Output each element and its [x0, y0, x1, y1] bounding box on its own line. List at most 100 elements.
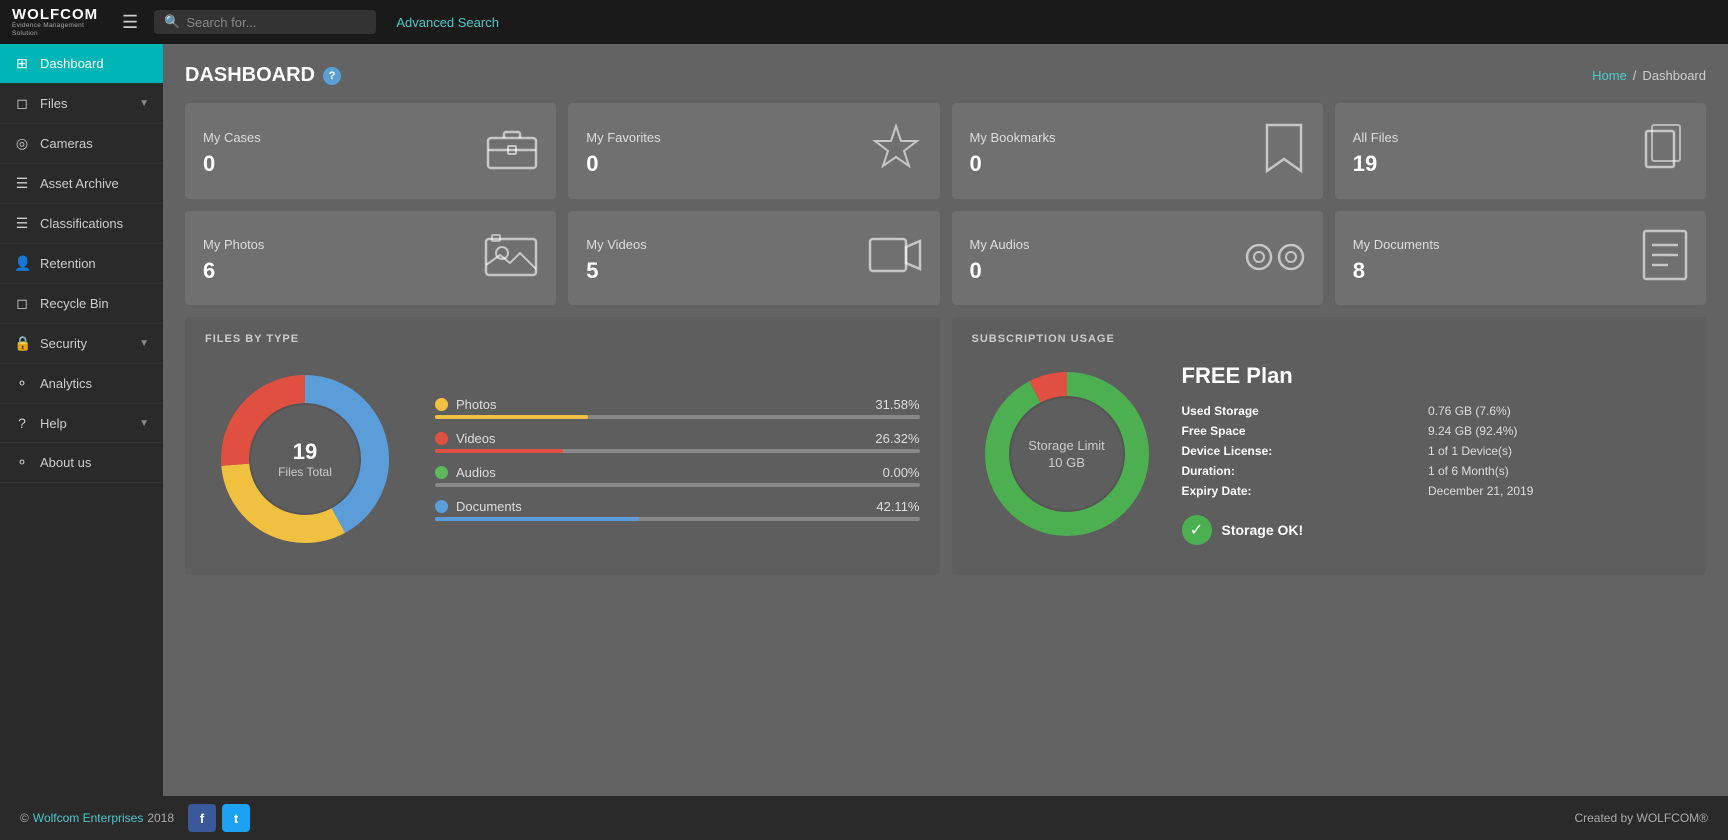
hamburger-icon[interactable]: ☰: [122, 12, 138, 33]
stat-label-my-favorites: My Favorites: [586, 130, 660, 145]
security-icon: 🔒: [14, 335, 30, 352]
topnav: WOLFCOM Evidence Management Solution ☰ 🔍…: [0, 0, 1728, 44]
facebook-button[interactable]: f: [188, 804, 216, 832]
footer-left: © Wolfcom Enterprises 2018 f t: [20, 804, 250, 832]
main-wrap: ⊞ Dashboard ◻ Files ▼ ◎ Cameras ☰ Asset …: [0, 44, 1728, 796]
dashboard-header: DASHBOARD ? Home / Dashboard: [185, 64, 1706, 87]
files-by-type-panel: FILES BY TYPE: [185, 317, 940, 575]
stat-info-my-cases: My Cases 0: [203, 130, 261, 177]
sidebar-label-dashboard: Dashboard: [40, 56, 104, 71]
legend: Photos 31.58% Videos 26.32%: [435, 397, 920, 521]
stat-value-my-photos: 6: [203, 258, 264, 284]
stat-value-my-favorites: 0: [586, 151, 660, 177]
sidebar-item-security[interactable]: 🔒 Security ▼: [0, 324, 163, 364]
logo: WOLFCOM Evidence Management Solution: [12, 7, 102, 37]
sidebar-label-classifications: Classifications: [40, 216, 123, 231]
legend-dot-documents: [435, 500, 448, 513]
stat-value-all-files: 19: [1353, 151, 1399, 177]
legend-name-photos: Photos: [456, 397, 867, 412]
sidebar-item-files[interactable]: ◻ Files ▼: [0, 84, 163, 124]
stat-label-all-files: All Files: [1353, 130, 1399, 145]
stat-card-my-documents[interactable]: My Documents 8: [1335, 211, 1706, 305]
all-files-icon: [1638, 123, 1688, 183]
asset-archive-icon: ☰: [14, 175, 30, 192]
sub-label-used-storage: Used Storage: [1182, 401, 1429, 421]
retention-icon: 👤: [14, 255, 30, 272]
stat-card-all-files[interactable]: All Files 19: [1335, 103, 1706, 199]
sub-row-device-license: Device License: 1 of 1 Device(s): [1182, 441, 1687, 461]
stat-info-my-documents: My Documents 8: [1353, 237, 1440, 284]
sub-plan: FREE Plan: [1182, 363, 1687, 389]
about-us-icon: ⚬: [14, 454, 30, 471]
legend-name-documents: Documents: [456, 499, 867, 514]
files-by-type-title: FILES BY TYPE: [205, 333, 920, 345]
sidebar-item-help[interactable]: ? Help ▼: [0, 404, 163, 443]
stat-card-my-videos[interactable]: My Videos 5: [568, 211, 939, 305]
donut-chart: 19 Files Total: [205, 359, 405, 559]
subscription-panel: SUBSCRIPTION USAGE Storage Limit: [952, 317, 1707, 575]
sub-value-device-license: 1 of 1 Device(s): [1428, 441, 1686, 461]
legend-pct-videos: 26.32%: [875, 431, 920, 446]
footer-copy: ©: [20, 811, 29, 825]
sidebar-item-retention[interactable]: 👤 Retention: [0, 244, 163, 284]
stat-card-my-audios[interactable]: My Audios 0: [952, 211, 1323, 305]
sub-row-expiry: Expiry Date: December 21, 2019: [1182, 481, 1687, 501]
analytics-icon: ⚬: [14, 375, 30, 392]
star-icon: [870, 122, 922, 184]
stat-value-my-cases: 0: [203, 151, 261, 177]
sub-label-duration: Duration:: [1182, 461, 1429, 481]
twitter-button[interactable]: t: [222, 804, 250, 832]
footer-year: 2018: [147, 811, 174, 825]
stat-value-my-audios: 0: [970, 258, 1030, 284]
sidebar-item-recycle-bin[interactable]: ◻ Recycle Bin: [0, 284, 163, 324]
sub-row-used-storage: Used Storage 0.76 GB (7.6%): [1182, 401, 1687, 421]
legend-dot-photos: [435, 398, 448, 411]
stat-card-my-photos[interactable]: My Photos 6: [185, 211, 556, 305]
briefcase-icon: [486, 124, 538, 182]
files-icon: ◻: [14, 95, 30, 112]
legend-name-audios: Audios: [456, 465, 867, 480]
arrow-icon: ▼: [139, 98, 149, 109]
recycle-bin-icon: ◻: [14, 295, 30, 312]
sidebar-label-asset-archive: Asset Archive: [40, 176, 119, 191]
sidebar-item-analytics[interactable]: ⚬ Analytics: [0, 364, 163, 404]
storage-ok-label: Storage OK!: [1222, 522, 1304, 538]
sub-row-duration: Duration: 1 of 6 Month(s): [1182, 461, 1687, 481]
legend-item-audios: Audios 0.00%: [435, 465, 920, 487]
sub-label-free-space: Free Space: [1182, 421, 1429, 441]
content: DASHBOARD ? Home / Dashboard My Cases 0: [163, 44, 1728, 796]
footer-company-link[interactable]: Wolfcom Enterprises: [33, 811, 143, 825]
sidebar-item-asset-archive[interactable]: ☰ Asset Archive: [0, 164, 163, 204]
stat-card-my-bookmarks[interactable]: My Bookmarks 0: [952, 103, 1323, 199]
legend-pct-documents: 42.11%: [875, 499, 920, 514]
files-by-type-content: 19 Files Total Photos 31.58%: [205, 359, 920, 559]
sidebar-item-dashboard[interactable]: ⊞ Dashboard: [0, 44, 163, 84]
stat-label-my-bookmarks: My Bookmarks: [970, 130, 1056, 145]
sidebar-item-cameras[interactable]: ◎ Cameras: [0, 124, 163, 164]
advanced-search-link[interactable]: Advanced Search: [396, 15, 499, 30]
stat-info-my-videos: My Videos 5: [586, 237, 646, 284]
stat-value-my-bookmarks: 0: [970, 151, 1056, 177]
stat-info-my-photos: My Photos 6: [203, 237, 264, 284]
stat-card-my-cases[interactable]: My Cases 0: [185, 103, 556, 199]
footer-right: Created by WOLFCOM®: [1574, 811, 1708, 825]
help-icon: ?: [14, 415, 30, 431]
sidebar-item-about-us[interactable]: ⚬ About us: [0, 443, 163, 483]
sidebar-item-classifications[interactable]: ☰ Classifications: [0, 204, 163, 244]
legend-item-videos: Videos 26.32%: [435, 431, 920, 453]
classifications-icon: ☰: [14, 215, 30, 232]
legend-name-videos: Videos: [456, 431, 867, 446]
sidebar-label-files: Files: [40, 96, 67, 111]
arrow-icon-security: ▼: [139, 338, 149, 349]
stat-label-my-audios: My Audios: [970, 237, 1030, 252]
help-badge[interactable]: ?: [323, 67, 341, 85]
stat-label-my-videos: My Videos: [586, 237, 646, 252]
search-input[interactable]: [186, 15, 366, 30]
sidebar-label-retention: Retention: [40, 256, 96, 271]
search-wrap: 🔍: [154, 10, 376, 34]
sidebar: ⊞ Dashboard ◻ Files ▼ ◎ Cameras ☰ Asset …: [0, 44, 163, 796]
dashboard-icon: ⊞: [14, 55, 30, 72]
breadcrumb-home[interactable]: Home: [1592, 68, 1627, 83]
stat-card-my-favorites[interactable]: My Favorites 0: [568, 103, 939, 199]
legend-item-photos: Photos 31.58%: [435, 397, 920, 419]
